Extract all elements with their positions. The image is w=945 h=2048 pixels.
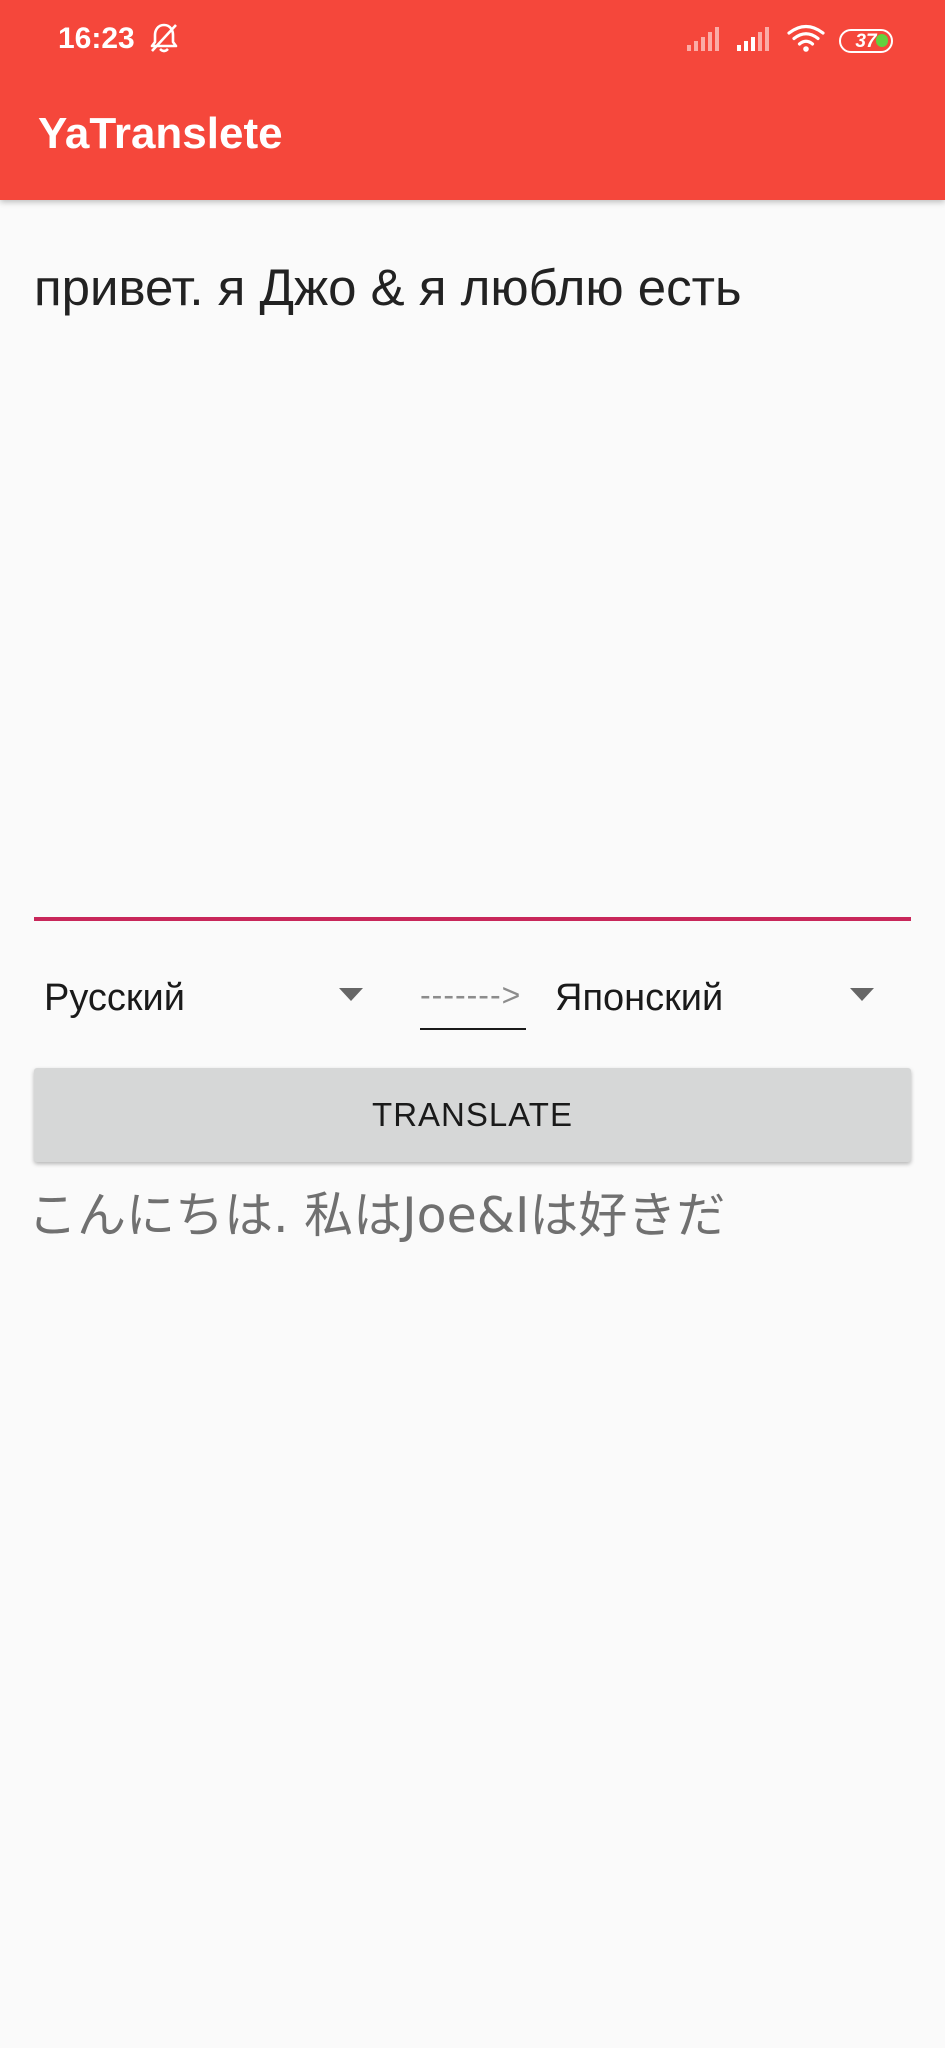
status-icons: 37: [687, 24, 893, 57]
source-language-spinner[interactable]: Русский: [34, 965, 374, 1031]
signal-icon: [687, 25, 723, 56]
wifi-icon: [787, 24, 825, 57]
direction-arrow: ------->: [420, 977, 522, 1013]
bell-off-icon: [149, 22, 179, 59]
source-text-input[interactable]: привет. я Джо & я люблю есть: [34, 258, 904, 318]
battery-icon: 37: [839, 28, 893, 53]
battery-level: 37: [855, 30, 877, 52]
translate-button[interactable]: TRANSLATE: [34, 1068, 911, 1162]
signal-icon: [737, 25, 773, 56]
app-bar: 16:23 37 YaTranslete: [0, 0, 945, 200]
status-time: 16:23: [58, 22, 135, 55]
input-underline: [34, 917, 911, 921]
translation-output: こんにちは. 私はJoe&Iは好きだ: [28, 1187, 726, 1244]
dropdown-arrow-icon: [850, 988, 874, 1001]
app-title: YaTranslete: [38, 109, 283, 158]
direction-arrow-underline: [420, 1028, 526, 1030]
target-language-label: Японский: [555, 977, 724, 1019]
target-language-spinner[interactable]: Японский: [545, 965, 885, 1031]
source-language-label: Русский: [44, 977, 185, 1019]
dropdown-arrow-icon: [339, 988, 363, 1001]
